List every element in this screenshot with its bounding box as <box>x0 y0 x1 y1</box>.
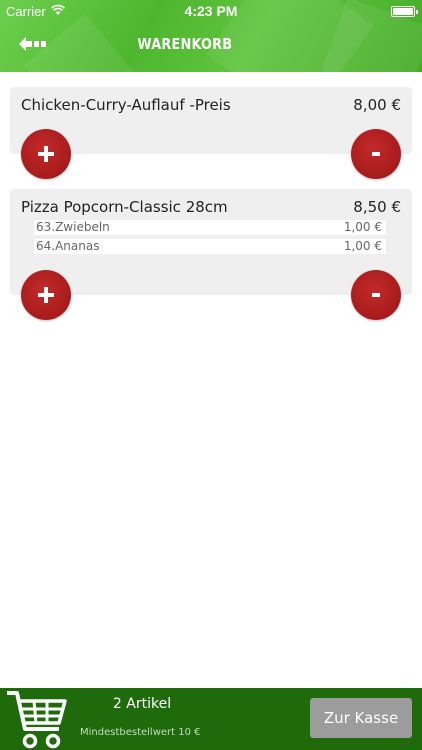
increase-quantity-button[interactable] <box>21 270 71 320</box>
item-name: Pizza Popcorn-Classic 28cm <box>21 198 228 216</box>
item-extra: 63.Zwiebeln 1,00 € <box>34 220 386 235</box>
extra-price: 1,00 € <box>343 220 382 234</box>
item-price: 8,00 € <box>353 96 401 114</box>
extra-name: 63.Zwiebeln <box>36 220 110 234</box>
status-bar: Carrier 4:23 PM <box>0 0 422 22</box>
plus-icon <box>38 287 54 303</box>
header-bar: Carrier 4:23 PM WARENKORB <box>0 0 422 72</box>
minimum-order-label: Mindestbestellwert 10 € <box>80 727 201 738</box>
item-price: 8,50 € <box>353 198 401 216</box>
minus-icon <box>372 152 380 156</box>
cart-footer: 2 Artikel Mindestbestellwert 10 € Zur Ka… <box>0 688 422 750</box>
decrease-quantity-button[interactable] <box>351 270 401 320</box>
cart-screen: Carrier 4:23 PM WARENKORB Chicken-Curry-… <box>0 0 422 750</box>
article-count: 2 Artikel <box>112 696 172 712</box>
item-extra: 64.Ananas 1,00 € <box>34 239 386 254</box>
page-title: WARENKORB <box>137 35 233 53</box>
extra-name: 64.Ananas <box>36 239 100 253</box>
plus-icon <box>38 146 54 162</box>
minus-icon <box>372 293 380 297</box>
clock: 4:23 PM <box>184 3 238 19</box>
increase-quantity-button[interactable] <box>21 129 71 179</box>
item-name: Chicken-Curry-Auflauf -Preis <box>21 96 231 114</box>
decrease-quantity-button[interactable] <box>351 129 401 179</box>
shopping-cart-icon[interactable] <box>5 689 69 749</box>
checkout-button[interactable]: Zur Kasse <box>310 698 412 738</box>
battery-icon <box>391 6 418 17</box>
extra-price: 1,00 € <box>343 239 382 253</box>
